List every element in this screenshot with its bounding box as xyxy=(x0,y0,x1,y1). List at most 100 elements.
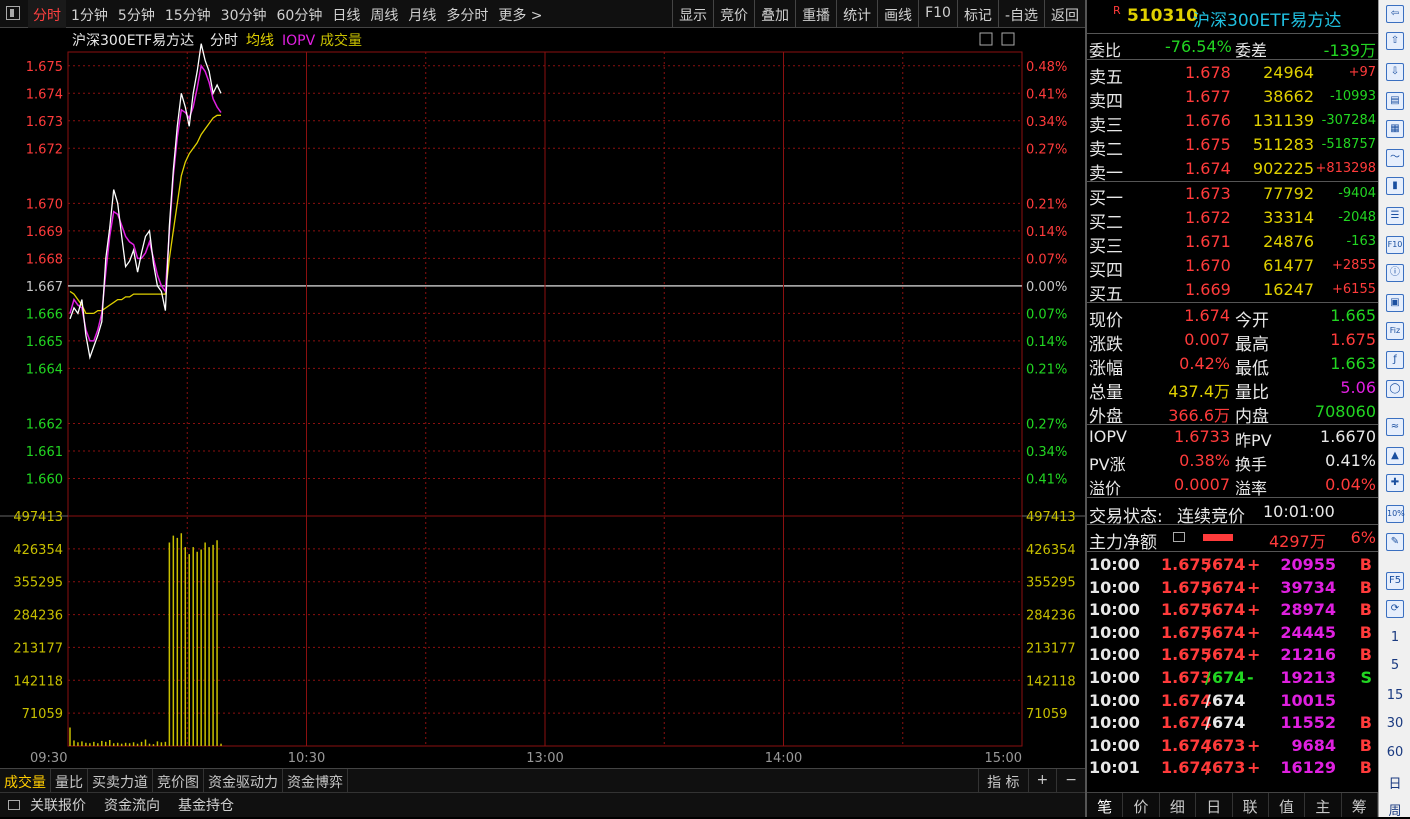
layout-icon[interactable] xyxy=(1001,32,1015,46)
tick-price2: 674 xyxy=(1212,690,1246,710)
tick-side: B xyxy=(1359,600,1372,620)
down-arrow-icon[interactable]: ⇩ xyxy=(1386,63,1404,81)
list-icon[interactable]: ☰ xyxy=(1386,207,1404,225)
tool-button[interactable]: 显示 xyxy=(672,0,713,28)
level-change: +2855 xyxy=(1332,258,1376,273)
weicha-label: 委差 xyxy=(1235,41,1268,60)
panel-tab[interactable]: 联 xyxy=(1233,793,1269,817)
period-shortcut[interactable]: 日 xyxy=(1379,773,1410,792)
period-shortcut[interactable]: 60 xyxy=(1379,745,1410,760)
tool-button[interactable]: 叠加 xyxy=(754,0,795,28)
stat-value: 437.4万 xyxy=(1168,382,1230,401)
refresh-icon[interactable]: ⟳ xyxy=(1386,600,1404,618)
news-icon[interactable]: ▣ xyxy=(1386,294,1404,312)
tool-button[interactable]: -自选 xyxy=(997,0,1044,28)
f10-icon[interactable]: F10 xyxy=(1386,236,1404,254)
bid-level-row[interactable]: 买二 1.672 33314 -2048 xyxy=(1087,206,1378,233)
info-icon[interactable]: ⓘ xyxy=(1386,264,1404,282)
multi-icon[interactable]: ✚ xyxy=(1386,474,1404,492)
tick-price-sep: / xyxy=(1205,645,1211,665)
volume-tick-label: 355295 xyxy=(13,576,63,591)
status-link[interactable]: 关联报价 xyxy=(30,795,86,815)
pen-icon[interactable]: ✎ xyxy=(1386,533,1404,551)
bid-level-row[interactable]: 买四 1.670 61477 +2855 xyxy=(1087,254,1378,281)
indicator-control-button[interactable]: − xyxy=(1056,769,1085,792)
period-shortcut[interactable]: 5 xyxy=(1379,658,1410,673)
indicator-tab[interactable]: 竞价图 xyxy=(153,769,204,792)
order-ratio-row: 委比 -76.54% 委差 -139万 xyxy=(1087,35,1378,60)
bid-level-row[interactable]: 买三 1.671 24876 -163 xyxy=(1087,230,1378,257)
indicator-control-button[interactable]: + xyxy=(1027,769,1057,792)
tool-button[interactable]: 统计 xyxy=(836,0,877,28)
period-tab[interactable]: 周线 xyxy=(365,0,403,28)
tool-button[interactable]: 竞价 xyxy=(713,0,754,28)
period-tab[interactable]: 更多 > xyxy=(493,0,547,28)
indicator-tab[interactable]: 量比 xyxy=(51,769,88,792)
period-tab[interactable]: 30分钟 xyxy=(216,0,272,28)
grid-icon[interactable]: ▦ xyxy=(1386,120,1404,138)
f5-icon[interactable]: F5 xyxy=(1386,572,1404,590)
period-tab[interactable]: 15分钟 xyxy=(160,0,216,28)
panel-tab[interactable]: 值 xyxy=(1269,793,1306,817)
status-link[interactable]: 资金流向 xyxy=(104,795,160,815)
period-shortcut[interactable]: 15 xyxy=(1379,688,1410,703)
iopv-row: PV涨 0.38% 换手 0.41% xyxy=(1087,449,1378,474)
price-tick-label: 1.670 xyxy=(26,197,63,212)
indicator-tab[interactable]: 买卖力道 xyxy=(88,769,153,792)
period-tab[interactable]: 1分钟 xyxy=(66,0,113,28)
formula-icon[interactable]: ƒ xyxy=(1386,351,1404,369)
tool-button[interactable]: 画线 xyxy=(877,0,918,28)
tool-button[interactable]: F10 xyxy=(918,0,957,28)
time-tick-label: 14:00 xyxy=(765,751,802,766)
quote-icon[interactable]: ▤ xyxy=(1386,92,1404,110)
intraday-chart[interactable]: 沪深300ETF易方达 分时 均线 IOPV 成交量 1.675 0.48% 1.674 0.4… xyxy=(0,28,1085,768)
panel-toggle-icon[interactable] xyxy=(6,6,20,20)
indicator-control-button[interactable]: 指 标 xyxy=(978,769,1027,792)
indicator-tab[interactable]: 成交量 xyxy=(0,769,51,792)
level-volume: 77792 xyxy=(1263,184,1314,203)
panel-tab[interactable]: 细 xyxy=(1160,793,1197,817)
indicator-tab[interactable]: 资金驱动力 xyxy=(204,769,283,792)
panel-tab[interactable]: 筹 xyxy=(1342,793,1378,817)
ask-level-row[interactable]: 卖一 1.674 902225 +813298 xyxy=(1087,157,1378,184)
area-icon[interactable]: ▲ xyxy=(1386,447,1404,465)
zoom-icon[interactable] xyxy=(979,32,993,46)
volume-tick-label: 497413 xyxy=(13,510,63,525)
period-shortcut[interactable]: 30 xyxy=(1379,716,1410,731)
ask-level-row[interactable]: 卖二 1.675 511283 -518757 xyxy=(1087,133,1378,160)
period-tab[interactable]: 5分钟 xyxy=(113,0,160,28)
panel-tab[interactable]: 价 xyxy=(1123,793,1160,817)
ask-level-row[interactable]: 卖五 1.678 24964 +97 xyxy=(1087,61,1378,88)
10pct-icon[interactable]: 10% xyxy=(1386,505,1405,523)
ask-level-row[interactable]: 卖四 1.677 38662 -10993 xyxy=(1087,85,1378,112)
period-shortcut[interactable]: 周 xyxy=(1379,800,1410,819)
status-link[interactable]: 基金持仓 xyxy=(178,795,234,815)
ask-level-row[interactable]: 卖三 1.676 131139 -307284 xyxy=(1087,109,1378,136)
circle-icon[interactable]: ◯ xyxy=(1386,380,1404,398)
period-tab[interactable]: 多分时 xyxy=(441,0,493,28)
kline-icon[interactable]: ▮ xyxy=(1386,177,1404,195)
up-arrow-icon[interactable]: ⇧ xyxy=(1386,32,1404,50)
panel-tab[interactable]: 主 xyxy=(1305,793,1342,817)
fiz-icon[interactable]: Fiz xyxy=(1386,322,1404,340)
main-net-flow-row[interactable]: 主力净额 4297万 6% xyxy=(1087,526,1378,553)
panel-tab[interactable]: 笔 xyxy=(1087,793,1124,817)
chart-svg[interactable]: 沪深300ETF易方达 分时 均线 IOPV 成交量 1.675 0.48% 1.674 0.4… xyxy=(0,28,1085,768)
panel-tab[interactable]: 日 xyxy=(1196,793,1233,817)
tool-button[interactable]: 标记 xyxy=(956,0,998,28)
period-tab[interactable]: 月线 xyxy=(403,0,441,28)
period-tab[interactable]: 分时 xyxy=(28,0,66,28)
tool-button[interactable]: 返回 xyxy=(1044,0,1085,28)
tool-button[interactable]: 重播 xyxy=(795,0,836,28)
back-arrow-icon[interactable]: ⇦ xyxy=(1386,5,1404,23)
menu-icon[interactable] xyxy=(1173,532,1185,542)
period-shortcut[interactable]: 1 xyxy=(1379,630,1410,645)
period-tab[interactable]: 日线 xyxy=(327,0,365,28)
bid-level-row[interactable]: 买五 1.669 16247 +6155 xyxy=(1087,278,1378,305)
wave-icon[interactable]: ≈ xyxy=(1386,418,1404,436)
bid-level-row[interactable]: 买一 1.673 77792 -9404 xyxy=(1087,182,1378,209)
line-chart-icon[interactable]: 〜 xyxy=(1386,149,1404,167)
indicator-tab[interactable]: 资金博弈 xyxy=(283,769,348,792)
period-tab[interactable]: 60分钟 xyxy=(272,0,328,28)
window-icon[interactable] xyxy=(8,800,20,810)
